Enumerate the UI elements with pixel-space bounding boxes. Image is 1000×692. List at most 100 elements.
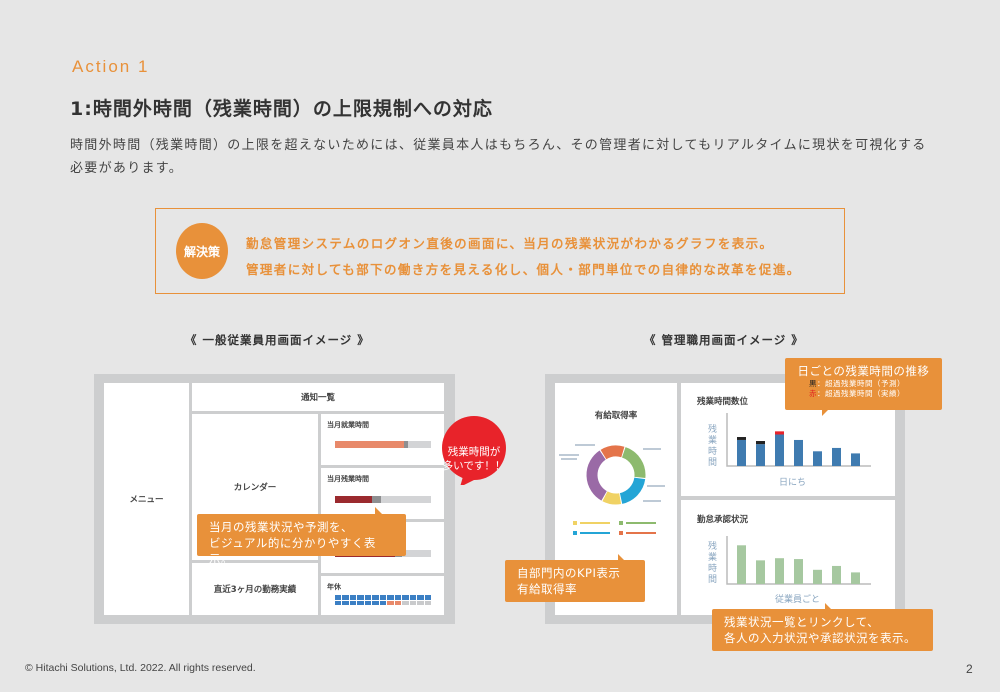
legend-swatch — [619, 531, 623, 535]
approval-xlabel: 従業員ごと — [775, 595, 821, 605]
leave-day-cell — [387, 595, 394, 600]
trend-callout: 日ごとの残業時間の推移 黒：超過残業時間（予測） 赤：超過残業時間（実績） — [785, 358, 942, 416]
trend-legend-actual: 赤：超過残業時間（実績） — [809, 389, 905, 398]
leave-day-cell — [402, 600, 409, 605]
overtime-bar — [775, 434, 784, 466]
donut-slice — [600, 445, 625, 460]
menu-label: メニュー — [129, 495, 164, 505]
leave-day-cell — [394, 600, 402, 605]
solution-badge: 解決策 — [176, 223, 228, 279]
legend-swatch — [573, 531, 577, 535]
legend-swatch — [619, 521, 623, 525]
recent-record-panel[interactable]: 直近3ヶ月の勤務実績 — [192, 563, 318, 615]
legend-key-black: 黒 — [809, 379, 817, 388]
approval-callout-line-2: 各人の入力状況や承認状況を表示。 — [724, 631, 916, 645]
employee-callout-line-1: 当月の残業状況や予測を、 — [209, 520, 353, 534]
widget-overtime[interactable]: 当月残業時間 — [321, 468, 444, 519]
callout-tail — [375, 507, 382, 514]
approval-bar — [832, 565, 841, 584]
callout-tail — [618, 554, 624, 560]
menu-panel[interactable]: メニュー — [104, 383, 189, 615]
page-title: 1:時間外時間（残業時間）の上限規制への対応 — [70, 98, 493, 120]
solution-line-2: 管理者に対しても部下の働き方を見える化し、個人・部門単位での自律的な改革を促進。 — [246, 262, 801, 277]
widget-overtime-label: 当月残業時間 — [327, 475, 369, 483]
employee-screen-frame: メニュー 通知一覧 カレンダー 直近3ヶ月の勤務実績 当月就業時間 当月残業時間… — [94, 374, 455, 624]
donut-slice — [619, 477, 646, 504]
leave-day-cell — [357, 600, 364, 605]
leave-day-cell — [409, 595, 417, 600]
alert-bubble: 残業時間が 多いです！！ — [430, 415, 520, 485]
copyright: © Hitachi Solutions, Ltd. 2022. All righ… — [25, 662, 256, 674]
donut-slice — [602, 491, 622, 505]
leave-day-cell — [335, 600, 342, 605]
notifications-panel[interactable]: 通知一覧 — [192, 383, 444, 411]
approval-callout: 残業状況一覧とリンクして、 各人の入力状況や承認状況を表示。 — [712, 603, 933, 651]
trend-callout-title: 日ごとの残業時間の推移 — [797, 364, 930, 378]
approval-bar — [794, 559, 803, 584]
overtime-forecast — [372, 496, 382, 503]
leave-day-cell — [379, 595, 387, 600]
leave-day-cell — [424, 600, 431, 605]
legend-line — [580, 522, 610, 524]
action-label: Action 1 — [72, 57, 150, 76]
approval-bar — [737, 545, 746, 584]
leave-day-cell — [409, 600, 417, 605]
legend-key-red: 赤 — [809, 389, 817, 398]
leave-day-cell — [387, 600, 394, 605]
notifications-label: 通知一覧 — [300, 393, 335, 403]
overtime-bar — [832, 447, 841, 466]
approval-bar — [851, 572, 860, 584]
leave-day-cell — [394, 595, 402, 600]
trend-legend-forecast: 黒：超過残業時間（予測） — [809, 379, 905, 388]
callout-tail — [825, 603, 831, 609]
legend-line — [626, 532, 656, 534]
work-hours-fill — [335, 441, 405, 448]
kpi-callout-line-2: 有給取得率 — [517, 582, 577, 596]
annual-leave-grid — [335, 595, 431, 605]
solution-box: 解決策 勤怠管理システムのログオン直後の画面に、当月の残業状況がわかるグラフを表… — [155, 208, 845, 294]
solution-line-1: 勤怠管理システムのログオン直後の画面に、当月の残業状況がわかるグラフを表示。 — [246, 236, 774, 251]
leave-day-cell — [349, 595, 357, 600]
widget-work-hours[interactable]: 当月就業時間 — [321, 414, 444, 465]
overtime-bar — [851, 453, 860, 466]
widget-work-hours-label: 当月就業時間 — [327, 421, 369, 429]
legend-line — [580, 532, 610, 534]
work-hours-bar — [335, 441, 431, 448]
legend-swatch — [573, 521, 577, 525]
manager-screen-title: 《 管理職用画面イメージ 》 — [644, 333, 804, 347]
legend-line — [626, 522, 656, 524]
donut-slice — [586, 450, 608, 501]
employee-screen-title: 《 一般従業員用画面イメージ 》 — [185, 333, 370, 347]
approval-bar — [775, 558, 784, 584]
work-hours-forecast — [404, 441, 408, 448]
callout-tail — [822, 410, 828, 416]
overtime-days-xlabel: 日にち — [779, 478, 807, 488]
widget-annual-leave[interactable]: 年休 — [321, 576, 444, 615]
leave-day-cell — [357, 595, 364, 600]
leave-day-cell — [379, 600, 387, 605]
leave-day-cell — [349, 600, 357, 605]
description: 時間外時間（残業時間）の上限を超えないためには、従業員本人はもちろん、その管理者… — [70, 138, 927, 176]
forecast-segment — [737, 437, 746, 440]
approval-panel[interactable]: 勤怠承認状況 残業時間 従業員ごと — [681, 500, 895, 615]
leave-day-cell — [417, 595, 424, 600]
calendar-label: カレンダー — [233, 483, 277, 493]
employee-callout-line-2: ビジュアル的に分かりやすく表示。 — [209, 536, 376, 566]
leave-day-cell — [335, 595, 342, 600]
approval-callout-line-1: 残業状況一覧とリンクして、 — [724, 615, 880, 629]
leave-day-cell — [364, 600, 372, 605]
donut-slice — [621, 447, 646, 478]
kpi-callout: 自部門内のKPI表示 有給取得率 — [505, 554, 645, 602]
kpi-callout-line-1: 自部門内のKPI表示 — [517, 566, 621, 580]
leave-day-cell — [424, 595, 431, 600]
leave-day-cell — [417, 600, 424, 605]
leave-day-cell — [342, 595, 349, 600]
alert-line-1: 残業時間が — [447, 446, 501, 458]
alert-line-2: 多いです！！ — [442, 460, 506, 472]
forecast-segment — [756, 441, 765, 445]
recent-record-label: 直近3ヶ月の勤務実績 — [213, 585, 297, 595]
approval-bar — [813, 569, 822, 584]
page-number: 2 — [966, 662, 973, 676]
overtime-bar — [335, 496, 431, 503]
overtime-fill — [335, 496, 373, 503]
